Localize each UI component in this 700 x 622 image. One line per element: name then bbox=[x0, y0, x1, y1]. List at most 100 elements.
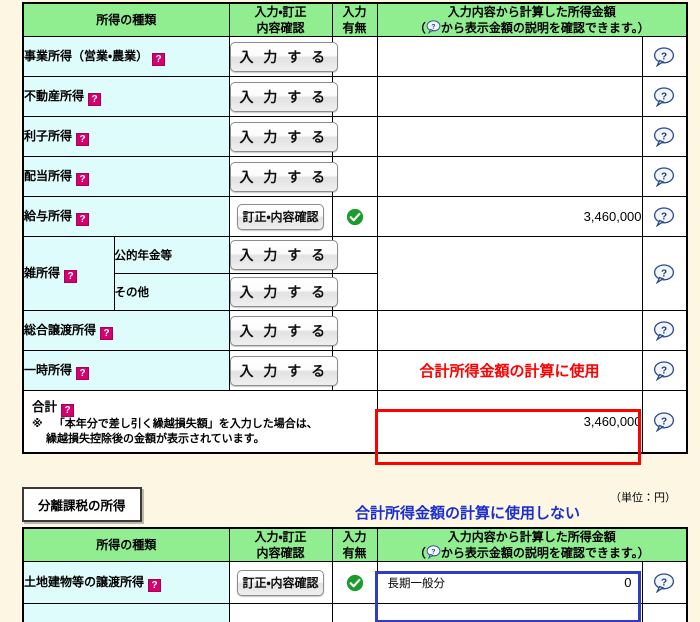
help-balloon-icon[interactable]: ? bbox=[653, 321, 675, 341]
row-label-dividend-income: 配当所得? bbox=[22, 156, 230, 198]
help-badge-icon[interactable]: ? bbox=[61, 404, 75, 418]
entry-button-cell: 入 力 す る bbox=[228, 36, 339, 78]
row-label-real-estate-income: 不動産所得? bbox=[22, 76, 230, 118]
amount-cell bbox=[376, 603, 643, 622]
check-circle-icon bbox=[346, 208, 363, 225]
amount-cell bbox=[376, 36, 643, 78]
amount-cell-total: 3,460,000 bbox=[376, 390, 643, 454]
entry-button-cell: 入 力 す る bbox=[228, 156, 339, 198]
header-has-entry-line2: 有無 bbox=[342, 21, 367, 36]
enter-button-general-transfer-income[interactable]: 入 力 す る bbox=[229, 315, 339, 346]
row-label-text: 不動産所得 bbox=[24, 89, 85, 104]
sub-row-label-other-misc: その他 bbox=[113, 273, 230, 312]
header-entry-correct-line1: 入力・訂正 bbox=[254, 5, 307, 19]
help-cell: ? bbox=[641, 36, 688, 78]
help-balloon-icon[interactable]: ? bbox=[426, 20, 441, 35]
header-calculated-amount-line1: 入力内容から計算した所得金額 bbox=[447, 530, 616, 544]
total-label-cell: 合計? ※ 「本年分で差し引く繰越損失額」を入力した場合は、 繰越損失控除後の金… bbox=[22, 390, 378, 454]
correct-button-land-building-transfer[interactable]: 訂正・内容確認 bbox=[237, 569, 324, 596]
help-balloon-icon[interactable]: ? bbox=[653, 47, 675, 67]
total-note-line1: 「本年分で差し引く繰越損失額」を入力した場合は、 bbox=[53, 418, 318, 431]
has-entry-cell bbox=[331, 196, 378, 238]
total-note: ※ 「本年分で差し引く繰越損失額」を入力した場合は、 繰越損失控除後の金額が表示… bbox=[32, 417, 369, 447]
row-label-text: 雑所得 bbox=[24, 266, 61, 281]
unit-label: （単位：円） bbox=[610, 492, 676, 504]
amount-subcategory-label: 長期一般分 bbox=[387, 577, 446, 590]
help-badge-icon[interactable]: ? bbox=[100, 327, 114, 341]
help-cell: ? bbox=[641, 236, 688, 312]
header-calculated-amount-line1: 入力内容から計算した所得金額 bbox=[447, 5, 616, 19]
table-row: 配当所得? 入 力 す る ? bbox=[22, 156, 688, 198]
enter-button-other-misc[interactable]: 入 力 す る bbox=[229, 277, 339, 308]
help-badge-icon[interactable]: ? bbox=[76, 213, 90, 227]
table-header-row: 所得の種類 入力・訂正 内容確認 入力 有無 入力内容から計算した所得金額 （?… bbox=[22, 2, 688, 38]
help-balloon-icon[interactable]: ? bbox=[653, 87, 675, 107]
row-label-text: 土地建物等の譲渡所得 bbox=[24, 575, 145, 590]
help-badge-icon[interactable]: ? bbox=[76, 367, 90, 381]
table-row: 利子所得? 入 力 す る ? bbox=[22, 116, 688, 158]
table-row bbox=[22, 603, 688, 622]
amount-row-inner: 長期一般分 0 bbox=[388, 575, 632, 591]
help-badge-icon[interactable]: ? bbox=[88, 93, 102, 107]
svg-text:?: ? bbox=[431, 24, 435, 31]
row-label-text: 一時所得 bbox=[24, 363, 73, 378]
enter-button-dividend-income[interactable]: 入 力 す る bbox=[229, 161, 339, 192]
table-row: 一時所得? 入 力 す る 合計所得金額の計算に使用 ? bbox=[22, 350, 688, 392]
amount-cell bbox=[376, 76, 643, 118]
separate-taxation-tab-label[interactable]: 分離課税の所得 bbox=[22, 487, 142, 522]
svg-text:?: ? bbox=[661, 365, 667, 376]
svg-text:?: ? bbox=[661, 51, 667, 62]
header-has-entry-line1: 入力 bbox=[342, 530, 367, 544]
table-row: 雑所得? 公的年金等 入 力 す る ? bbox=[22, 236, 688, 312]
help-badge-icon[interactable]: ? bbox=[76, 133, 90, 147]
header-calculated-amount-line2: （? から表示金額の説明を確認できます。） bbox=[378, 545, 687, 561]
entry-button-cell bbox=[228, 603, 333, 622]
header-note-open: （ bbox=[413, 546, 426, 561]
entry-button-cell: 入 力 す る bbox=[228, 116, 339, 158]
help-badge-icon[interactable]: ? bbox=[76, 173, 90, 187]
header-calculated-amount: 入力内容から計算した所得金額 （? から表示金額の説明を確認できます。） bbox=[376, 2, 688, 38]
svg-text:?: ? bbox=[661, 325, 667, 336]
enter-button-real-estate-income[interactable]: 入 力 す る bbox=[229, 81, 339, 112]
enter-button-interest-income[interactable]: 入 力 す る bbox=[229, 121, 339, 152]
enter-button-occasional-income[interactable]: 入 力 す る bbox=[229, 355, 339, 386]
row-label-general-transfer-income: 総合譲渡所得? bbox=[22, 310, 230, 352]
help-balloon-icon[interactable]: ? bbox=[653, 127, 675, 147]
help-balloon-icon[interactable]: ? bbox=[653, 361, 675, 381]
has-entry-cell bbox=[331, 310, 378, 352]
help-badge-icon[interactable]: ? bbox=[148, 579, 162, 593]
help-balloon-icon[interactable]: ? bbox=[653, 412, 675, 432]
has-entry-cell bbox=[331, 236, 378, 275]
svg-text:?: ? bbox=[661, 211, 667, 222]
header-income-type: 所得の種類 bbox=[22, 527, 230, 563]
enter-button-business-income[interactable]: 入 力 す る bbox=[229, 41, 339, 72]
header-entry-correct-line2: 内容確認 bbox=[256, 21, 305, 36]
amount-cell-with-annotation: 合計所得金額の計算に使用 bbox=[376, 350, 643, 392]
row-label-interest-income: 利子所得? bbox=[22, 116, 230, 158]
help-balloon-icon[interactable]: ? bbox=[653, 573, 675, 593]
help-cell: ? bbox=[641, 350, 688, 392]
row-label-text: 事業所得（営業・農業） bbox=[24, 49, 149, 64]
help-balloon-icon[interactable]: ? bbox=[653, 264, 675, 284]
help-badge-icon[interactable]: ? bbox=[152, 53, 166, 67]
header-has-entry-line2: 有無 bbox=[342, 546, 367, 561]
header-income-type: 所得の種類 bbox=[22, 2, 230, 38]
separate-taxation-tab[interactable]: 分離課税の所得 bbox=[22, 487, 142, 522]
row-label-salary-income: 給与所得? bbox=[22, 196, 230, 238]
enter-button-public-pension[interactable]: 入 力 す る bbox=[229, 240, 339, 271]
help-cell: ? bbox=[641, 196, 688, 238]
entry-button-cell: 入 力 す る bbox=[228, 76, 339, 118]
svg-text:?: ? bbox=[661, 416, 667, 427]
correct-button-salary-income[interactable]: 訂正・内容確認 bbox=[237, 203, 324, 230]
help-balloon-icon[interactable]: ? bbox=[653, 167, 675, 187]
help-balloon-icon[interactable]: ? bbox=[653, 207, 675, 227]
help-balloon-icon[interactable]: ? bbox=[426, 545, 441, 560]
amount-value: 0 bbox=[624, 575, 632, 591]
table-row: 土地建物等の譲渡所得? 訂正・内容確認 長期一般分 0 ? bbox=[22, 561, 688, 605]
amount-cell-misc-income bbox=[376, 236, 643, 312]
row-label-misc-income: 雑所得? bbox=[22, 236, 115, 312]
help-badge-icon[interactable]: ? bbox=[64, 270, 78, 284]
entry-button-cell: 入 力 す る bbox=[228, 310, 339, 352]
header-has-entry: 入力 有無 bbox=[331, 2, 378, 38]
amount-cell-salary-income: 3,460,000 bbox=[376, 196, 643, 238]
